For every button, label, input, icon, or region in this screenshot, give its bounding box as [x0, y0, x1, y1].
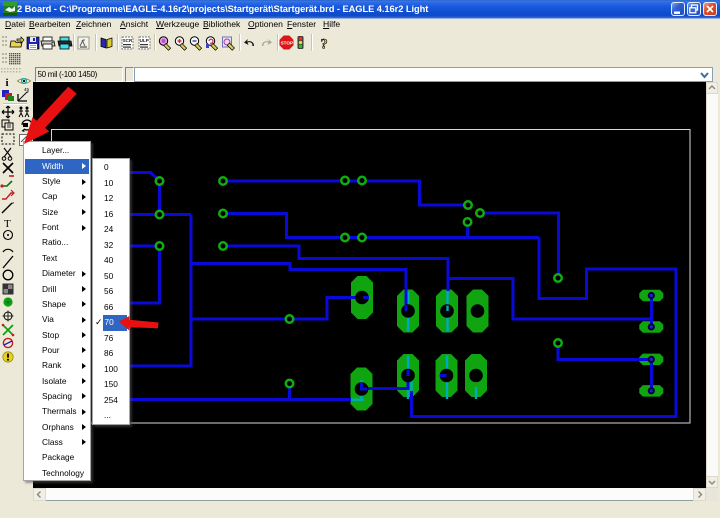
- svg-text:?: ?: [321, 37, 328, 52]
- svg-text:STOP: STOP: [281, 41, 293, 46]
- svg-text:SCR: SCR: [123, 38, 133, 43]
- svg-text:ULP: ULP: [140, 38, 149, 43]
- svg-text:45: 45: [24, 87, 30, 92]
